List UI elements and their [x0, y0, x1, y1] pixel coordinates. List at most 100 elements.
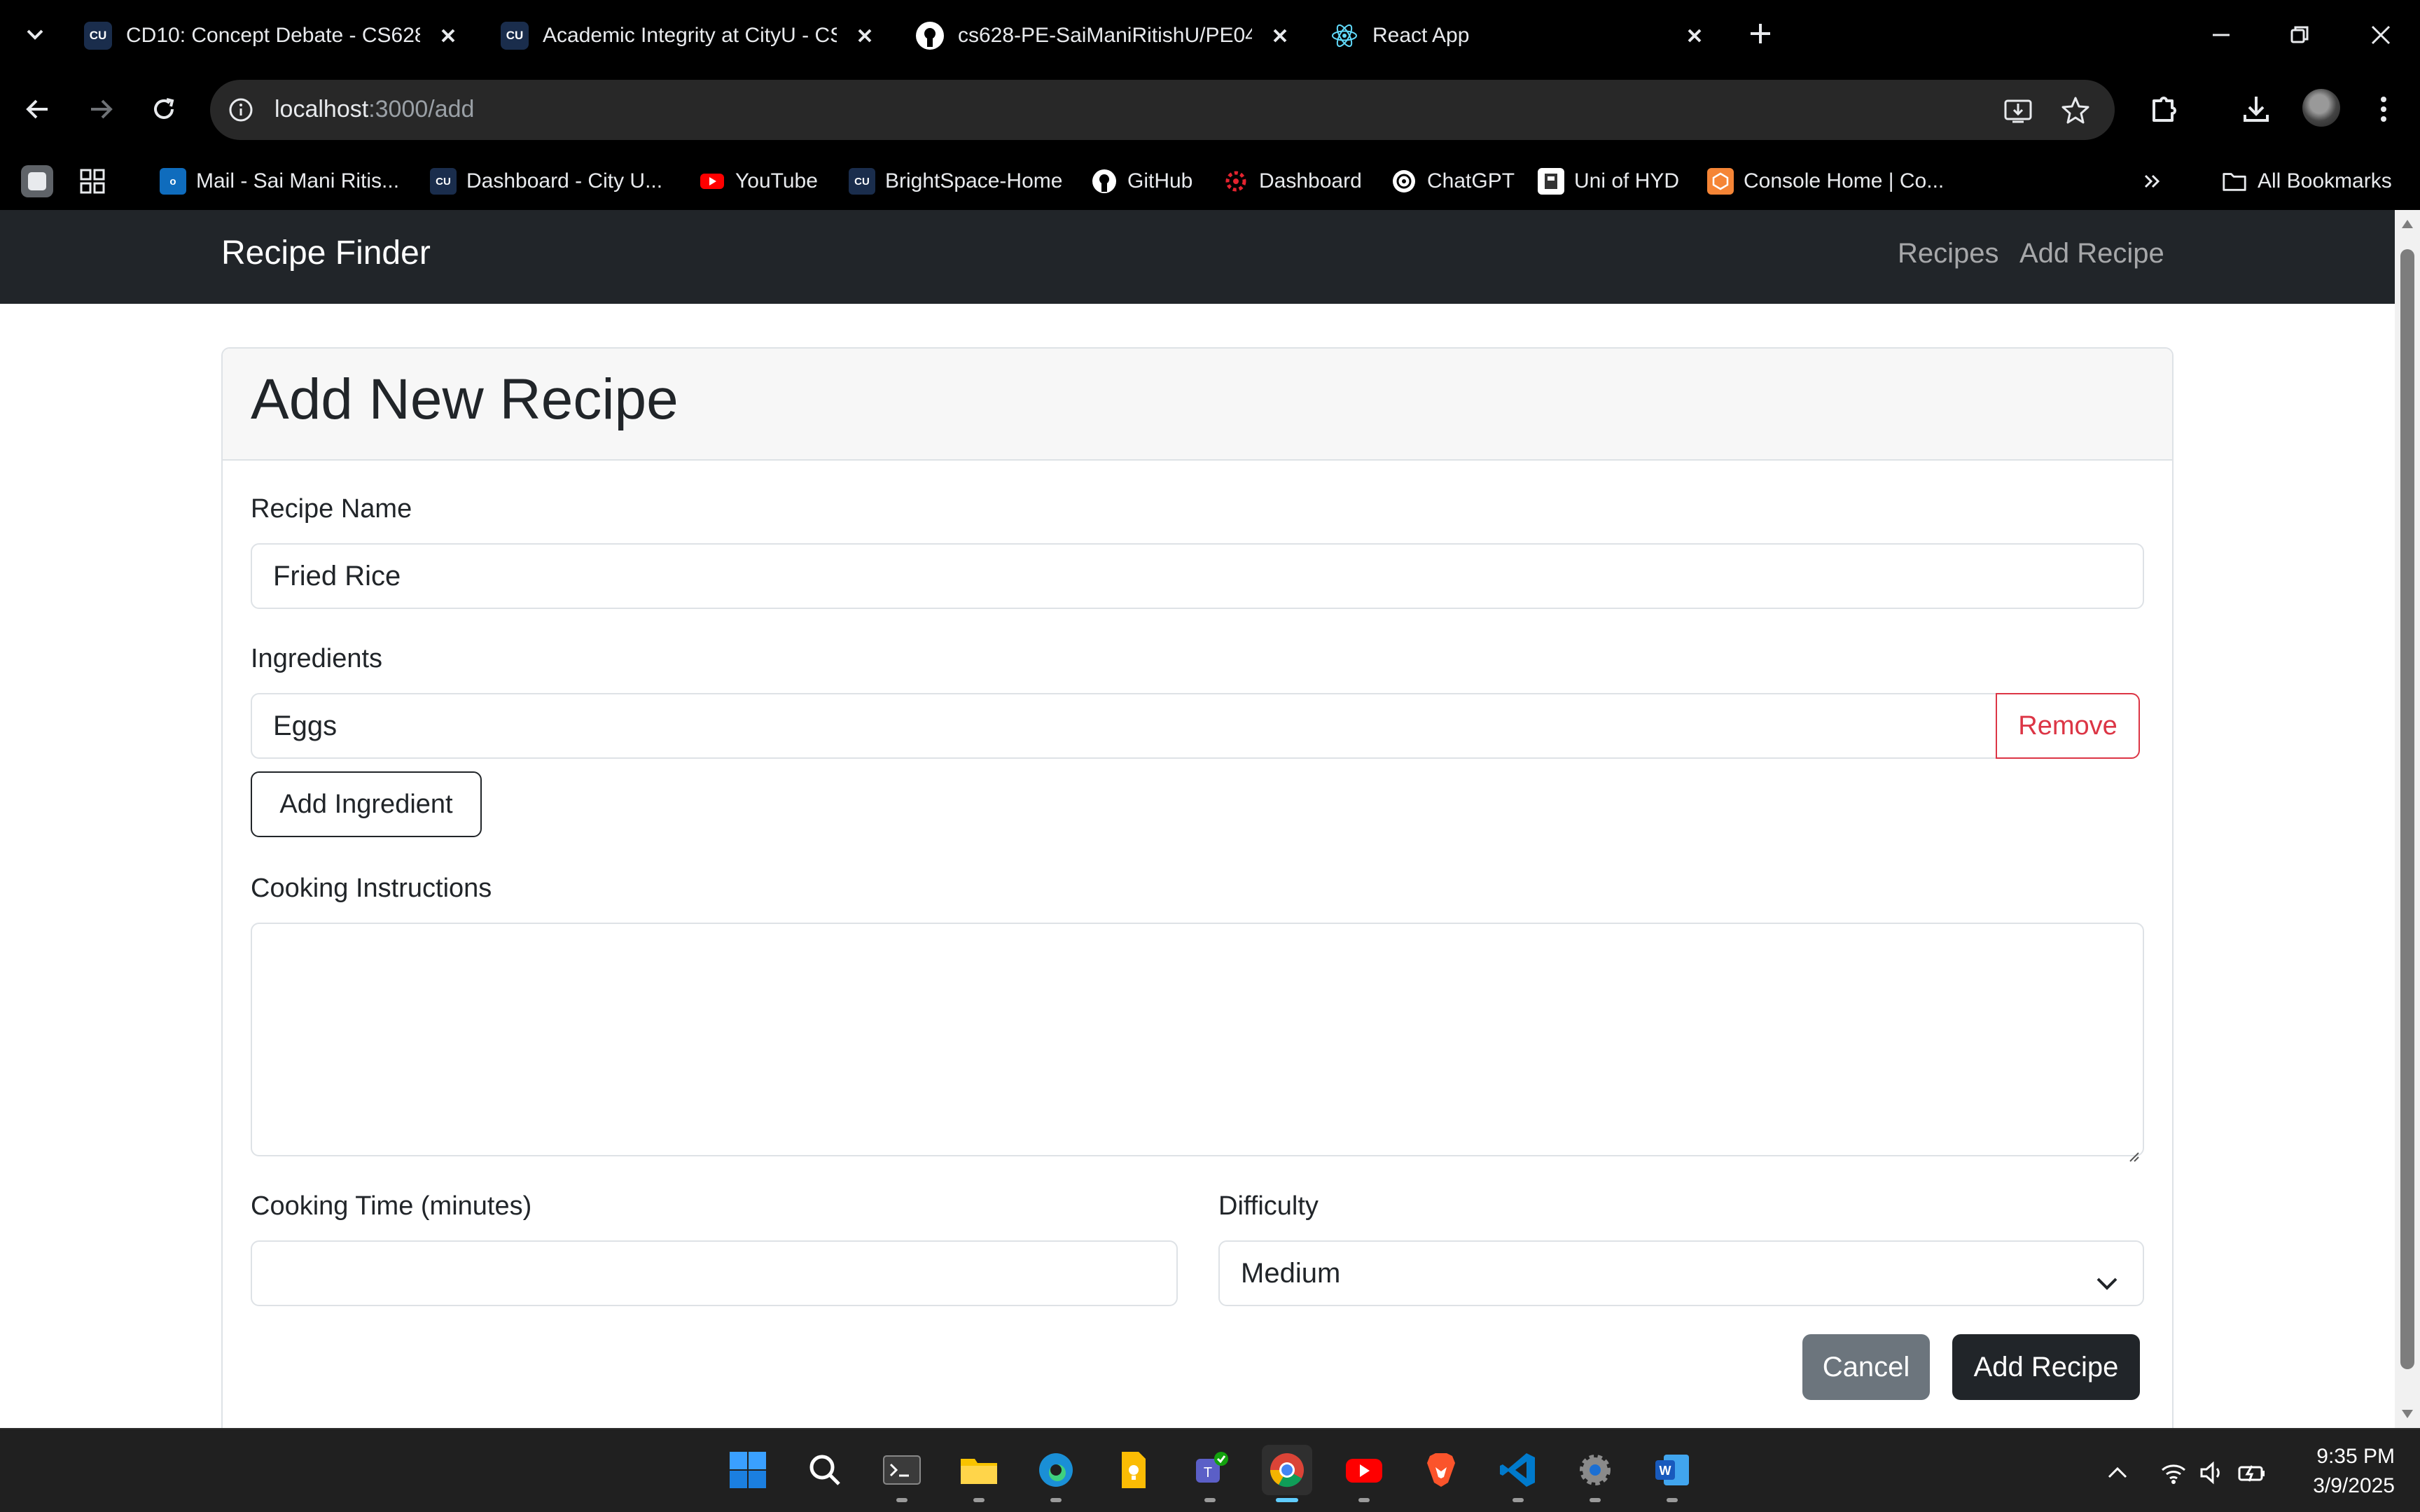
github-icon: [1091, 168, 1118, 195]
cityu-icon: CU: [430, 168, 457, 195]
page-viewport: Recipe Finder Recipes Add Recipe Add New…: [0, 210, 2395, 1428]
recipe-name-input[interactable]: Fried Rice: [251, 543, 2144, 609]
page-title: Add New Recipe: [251, 368, 679, 431]
bookmark-aws-console[interactable]: Console Home | Co...: [1707, 165, 1944, 197]
workspace-icon[interactable]: [21, 165, 53, 197]
scrollbar-thumb[interactable]: [2400, 249, 2414, 1369]
close-icon[interactable]: [1266, 22, 1294, 50]
scroll-up-icon[interactable]: [2399, 216, 2416, 232]
tab-cd10[interactable]: CU CD10: Concept Debate - CS628: [84, 10, 462, 62]
search-icon[interactable]: [800, 1445, 850, 1495]
cancel-button[interactable]: Cancel: [1802, 1334, 1930, 1400]
chevron-down-icon: [2095, 1267, 2119, 1290]
all-bookmarks-folder[interactable]: All Bookmarks: [2221, 165, 2392, 197]
ingredient-input[interactable]: Eggs: [251, 693, 1997, 759]
terminal-icon[interactable]: [877, 1445, 927, 1502]
add-recipe-card: Add New Recipe Recipe Name Fried Rice In…: [221, 347, 2174, 1428]
navbar-brand[interactable]: Recipe Finder: [221, 234, 431, 272]
menu-kebab-icon[interactable]: [2364, 90, 2403, 129]
profile-avatar[interactable]: [2302, 89, 2340, 127]
bookmark-dashboard-canvas[interactable]: Dashboard: [1223, 165, 1362, 197]
difficulty-select[interactable]: Medium: [1218, 1240, 2144, 1306]
aws-icon: [1707, 168, 1734, 195]
close-window-button[interactable]: [2363, 17, 2399, 53]
bookmark-dashboard-cityu[interactable]: CU Dashboard - City U...: [430, 165, 662, 197]
card-header: Add New Recipe: [223, 349, 2172, 461]
app-navbar: Recipe Finder Recipes Add Recipe: [0, 210, 2395, 304]
settings-gear-icon[interactable]: [1570, 1445, 1620, 1502]
svg-text:W: W: [1660, 1464, 1671, 1478]
vscode-icon[interactable]: [1493, 1445, 1543, 1502]
windows-taskbar: T W 9:35 PM 3/9/2025: [0, 1428, 2420, 1512]
cooking-time-label: Cooking Time (minutes): [251, 1191, 532, 1221]
keep-icon[interactable]: [1108, 1445, 1158, 1495]
wifi-icon[interactable]: [2158, 1457, 2189, 1488]
reload-button[interactable]: [146, 91, 182, 127]
close-icon[interactable]: [851, 22, 879, 50]
more-bookmarks-chevron-icon[interactable]: [2139, 165, 2167, 197]
add-ingredient-button[interactable]: Add Ingredient: [251, 771, 482, 837]
url-text: localhost:3000/add: [274, 96, 475, 122]
back-button[interactable]: [20, 91, 56, 127]
address-bar[interactable]: localhost:3000/add: [210, 80, 2115, 140]
bookmark-github[interactable]: GitHub: [1091, 165, 1192, 197]
minimize-button[interactable]: [2203, 17, 2239, 53]
openai-icon: [1391, 168, 1417, 195]
site-info-icon[interactable]: [225, 94, 256, 125]
bookmark-chatgpt[interactable]: ChatGPT: [1391, 165, 1515, 197]
bookmark-star-icon[interactable]: [2059, 94, 2092, 127]
tab-academic-integrity[interactable]: CU Academic Integrity at CityU - CS: [501, 10, 879, 62]
bookmark-uni-hyd[interactable]: Uni of HYD: [1538, 165, 1679, 197]
github-icon: [916, 22, 944, 50]
file-explorer-icon[interactable]: [954, 1445, 1004, 1502]
cityu-icon: CU: [84, 22, 112, 50]
forward-button[interactable]: [83, 91, 119, 127]
nav-link-add-recipe[interactable]: Add Recipe: [2019, 238, 2164, 270]
extensions-icon[interactable]: [2144, 90, 2183, 129]
downloads-icon[interactable]: [2237, 90, 2276, 129]
bookmark-youtube[interactable]: YouTube: [699, 165, 818, 197]
tab-github-repo[interactable]: cs628-PE-SaiManiRitishU/PE04: [916, 10, 1294, 62]
cityu-icon: CU: [849, 168, 875, 195]
react-icon: [1330, 22, 1358, 50]
folder-icon: [2221, 168, 2248, 195]
chrome-icon[interactable]: [1262, 1445, 1312, 1502]
remove-ingredient-button[interactable]: Remove: [1996, 693, 2140, 759]
battery-icon[interactable]: [2237, 1457, 2267, 1488]
start-icon[interactable]: [723, 1445, 773, 1495]
youtube-app-icon[interactable]: [1339, 1445, 1389, 1502]
close-icon[interactable]: [434, 22, 462, 50]
bookmark-brightspace[interactable]: CU BrightSpace-Home: [849, 165, 1062, 197]
teams-icon[interactable]: T: [1185, 1445, 1235, 1502]
svg-text:T: T: [1204, 1465, 1212, 1480]
chevron-up-icon[interactable]: [2102, 1457, 2133, 1488]
tab-strip: CU CD10: Concept Debate - CS628 CU Acade…: [0, 0, 2420, 70]
tab-search-button[interactable]: [15, 18, 55, 52]
instructions-textarea[interactable]: [251, 923, 2144, 1162]
volume-icon[interactable]: [2197, 1457, 2228, 1488]
scroll-down-icon[interactable]: [2399, 1406, 2416, 1422]
close-icon[interactable]: [1681, 22, 1709, 50]
restore-button[interactable]: [2281, 17, 2318, 53]
uoh-icon: [1538, 168, 1564, 195]
canvas-icon: [1223, 168, 1249, 195]
ingredients-label: Ingredients: [251, 644, 383, 673]
install-app-icon[interactable]: [2001, 94, 2035, 127]
word-icon[interactable]: W: [1647, 1445, 1697, 1502]
brave-icon[interactable]: [1416, 1445, 1466, 1495]
page-scrollbar[interactable]: [2395, 210, 2420, 1428]
cooking-time-input[interactable]: [251, 1240, 1178, 1306]
bookmark-mail[interactable]: o Mail - Sai Mani Ritis...: [160, 165, 399, 197]
recipe-name-label: Recipe Name: [251, 494, 412, 524]
bookmarks-bar: o Mail - Sai Mani Ritis... CU Dashboard …: [0, 151, 2420, 210]
add-recipe-submit-button[interactable]: Add Recipe: [1952, 1334, 2140, 1400]
browser-toolbar: localhost:3000/add: [0, 70, 2420, 151]
edge-icon[interactable]: [1031, 1445, 1081, 1502]
nav-link-recipes[interactable]: Recipes: [1898, 238, 1999, 270]
system-clock[interactable]: 9:35 PM 3/9/2025: [2290, 1442, 2395, 1501]
apps-grid-icon[interactable]: [78, 165, 106, 197]
resize-grip-icon[interactable]: [2126, 1138, 2140, 1162]
outlook-icon: o: [160, 168, 186, 195]
new-tab-button[interactable]: [1744, 17, 1777, 50]
tab-react-app[interactable]: React App: [1330, 10, 1709, 62]
